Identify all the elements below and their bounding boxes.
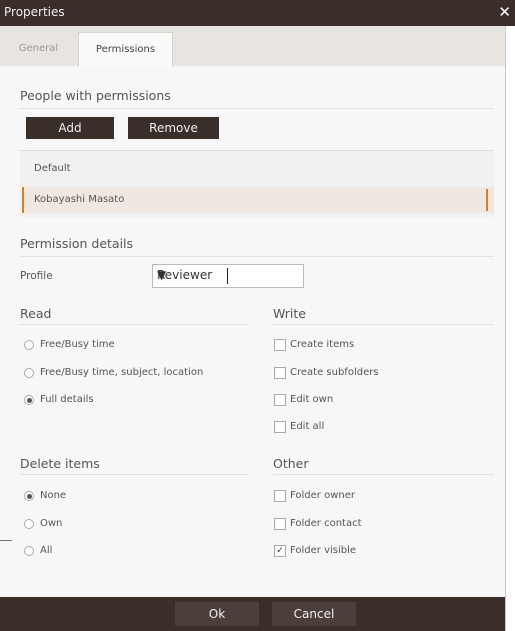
other-option-label: Folder contact [290, 518, 362, 529]
divider [273, 474, 494, 475]
other-option-label: Folder owner [290, 490, 355, 501]
add-button[interactable]: Add [26, 117, 114, 139]
divider [0, 540, 12, 541]
profile-label: Profile [20, 270, 53, 282]
chevron-down-icon[interactable]: ▼ [157, 268, 295, 282]
resize-handle[interactable] [486, 189, 488, 211]
read-option-label: Free/Busy time [40, 339, 115, 350]
radio-button[interactable] [24, 368, 34, 378]
checkbox[interactable] [274, 339, 286, 351]
remove-button[interactable]: Remove [128, 117, 219, 139]
ok-button[interactable]: Ok [175, 602, 259, 626]
dialog-footer: Ok Cancel [0, 597, 505, 631]
close-icon[interactable]: ✕ [498, 3, 511, 21]
dialog-title: Properties [4, 5, 65, 19]
profile-select[interactable]: Reviewer ▼ [152, 264, 304, 288]
read-option-label: Full details [40, 394, 94, 405]
checkbox-checked[interactable]: ✓ [274, 545, 286, 557]
delete-option-label: All [40, 545, 53, 556]
checkbox[interactable] [274, 490, 286, 502]
checkbox[interactable] [274, 394, 286, 406]
write-option-label: Edit own [290, 394, 334, 405]
list-item[interactable]: Kobayashi Masato [22, 187, 494, 213]
list-item-label: Kobayashi Masato [34, 194, 125, 205]
radio-button-selected[interactable] [24, 491, 34, 501]
permission-details-heading: Permission details [20, 236, 134, 251]
divider [20, 256, 494, 257]
tab-general[interactable]: General [0, 32, 77, 66]
divider [20, 108, 494, 109]
radio-button[interactable] [24, 340, 34, 350]
divider [273, 324, 494, 325]
delete-items-heading: Delete items [20, 456, 100, 471]
other-heading: Other [273, 456, 309, 471]
divider [20, 474, 248, 475]
tab-permissions[interactable]: Permissions [78, 32, 173, 67]
properties-dialog: Properties ✕ General Permissions People … [0, 0, 515, 631]
permissions-list: Default Kobayashi Masato [20, 150, 494, 217]
write-heading: Write [273, 306, 307, 321]
checkbox[interactable] [274, 367, 286, 379]
other-option-label: Folder visible [290, 545, 357, 556]
checkbox[interactable] [274, 421, 286, 433]
write-option-label: Edit all [290, 421, 325, 432]
list-header: Default [34, 163, 71, 174]
cancel-button[interactable]: Cancel [272, 602, 356, 626]
radio-button-selected[interactable] [24, 395, 34, 405]
title-bar: Properties ✕ [0, 0, 515, 26]
read-heading: Read [20, 306, 52, 321]
divider [20, 324, 248, 325]
write-option-label: Create items [290, 339, 355, 350]
write-option-label: Create subfolders [290, 367, 379, 378]
delete-option-label: None [40, 490, 67, 501]
checkbox[interactable] [274, 518, 286, 530]
read-option-label: Free/Busy time, subject, location [40, 367, 204, 378]
people-heading: People with permissions [20, 88, 171, 103]
radio-button[interactable] [24, 546, 34, 556]
tab-bar: General Permissions [0, 26, 505, 67]
radio-button[interactable] [24, 519, 34, 529]
delete-option-label: Own [40, 518, 63, 529]
